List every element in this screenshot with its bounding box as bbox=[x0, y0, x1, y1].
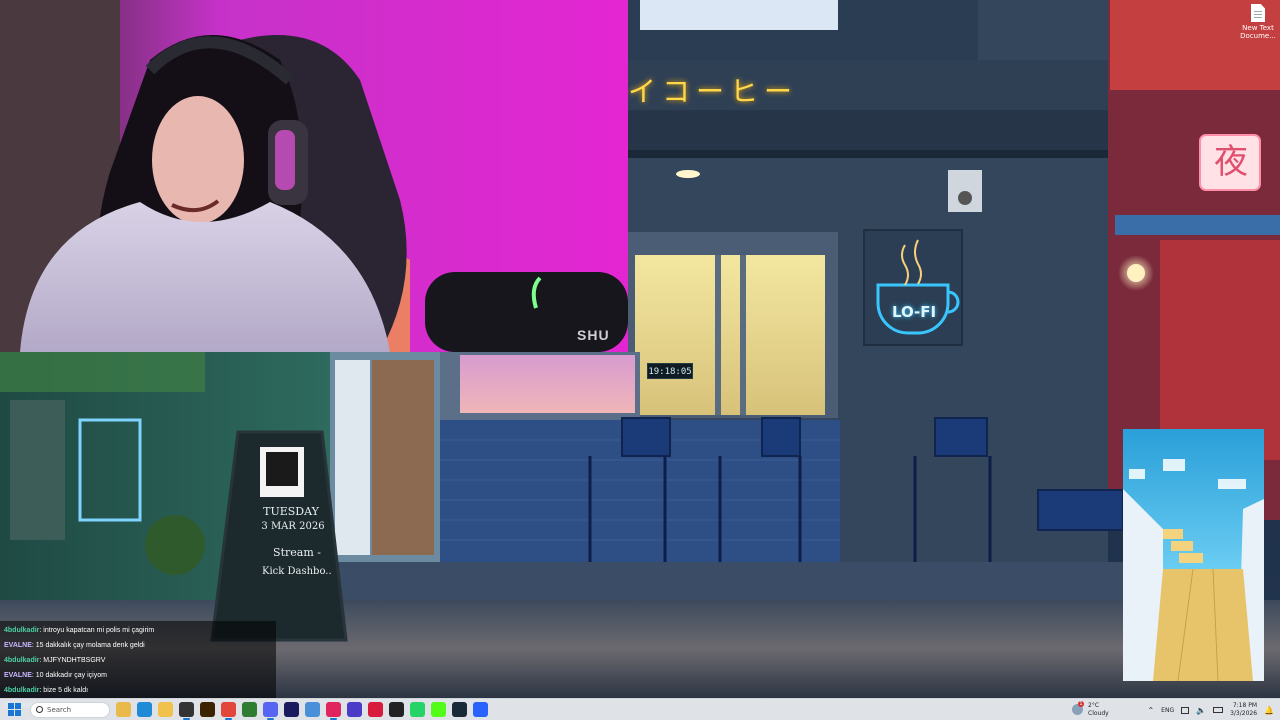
chat-text: MJFYNDHTBSGRV bbox=[43, 657, 106, 664]
weather-widget[interactable]: 1 2°C Cloudy bbox=[1072, 701, 1132, 719]
taskbar-app-whatsapp[interactable] bbox=[410, 702, 425, 717]
taskbar-app-steam[interactable] bbox=[452, 702, 467, 717]
chat-message: EVALNE: 15 dakkalık çay molama denk geld… bbox=[4, 638, 272, 653]
chalkboard-line-1: Stream - bbox=[273, 546, 321, 559]
chat-message: 4bdulkadir: introyu kapatcan mi polis mi… bbox=[4, 623, 272, 638]
taskbar-app-explorer-2[interactable] bbox=[158, 702, 173, 717]
windows-logo-icon bbox=[8, 703, 14, 709]
taskbar-app-obs[interactable] bbox=[179, 702, 194, 720]
taskbar-app-capcut[interactable] bbox=[389, 702, 404, 717]
taskbar-app-opera[interactable] bbox=[326, 702, 341, 720]
language-indicator[interactable]: ENG bbox=[1161, 707, 1174, 714]
game-window[interactable] bbox=[1123, 429, 1264, 681]
game-view bbox=[1123, 459, 1264, 681]
desktop-icon-label: New Text Docume... bbox=[1240, 24, 1276, 40]
desktop: 19:18:05 TUESDAY 3 MAR 2026 Stream - Kic… bbox=[0, 0, 1280, 720]
clock-time: 7:18 PM bbox=[1232, 702, 1258, 709]
chalkboard-date: 3 MAR 2026 bbox=[261, 521, 325, 532]
chat-username: EVALNE bbox=[4, 672, 32, 679]
shop-neon-sign: イコーヒー bbox=[628, 75, 799, 108]
taskbar-app-opera-gx[interactable] bbox=[368, 702, 383, 717]
taskbar-app-app-blue[interactable] bbox=[473, 702, 488, 717]
chat-username: 4bdulkadir bbox=[4, 627, 40, 634]
chat-text: 15 dakkalık çay molama denk geldi bbox=[35, 642, 145, 649]
chat-username: 4bdulkadir bbox=[4, 657, 40, 664]
taskbar-clock[interactable]: 7:18 PM 3/3/2026 bbox=[1230, 702, 1257, 718]
taskbar-app-after-effects[interactable] bbox=[284, 702, 299, 717]
webcam-overlay: SHU bbox=[0, 0, 628, 352]
weather-temp: 2°C bbox=[1088, 702, 1100, 709]
kanji-sign: 夜 bbox=[1214, 142, 1248, 182]
chat-message: EVALNE: 10 dakkadır çay içiyom bbox=[4, 668, 272, 683]
search-icon bbox=[36, 706, 43, 713]
taskbar-search[interactable]: Search bbox=[30, 702, 110, 718]
desktop-icon-text-document[interactable]: New Text Docume... bbox=[1238, 4, 1278, 40]
taskbar-app-file-explorer[interactable] bbox=[116, 702, 131, 717]
taskbar: Search 1 2°C Cloudy ⌃ ENG 🔈 7:18 PM 3/3/… bbox=[0, 698, 1280, 720]
monitor-icon[interactable] bbox=[1181, 706, 1190, 714]
notification-badge: 1 bbox=[1078, 701, 1084, 707]
taskbar-app-illustrator[interactable] bbox=[200, 702, 215, 717]
volume-icon[interactable]: 🔈 bbox=[1196, 706, 1206, 715]
clock-date: 3/3/2026 bbox=[1230, 710, 1258, 717]
scene-clock-display: 19:18:05 bbox=[647, 363, 693, 379]
chat-text: bize 5 dk kaldı bbox=[43, 687, 89, 694]
battery-icon[interactable] bbox=[1213, 707, 1224, 713]
taskbar-app-edge[interactable] bbox=[137, 702, 152, 717]
microphone-brand: SHU bbox=[577, 327, 610, 343]
taskbar-apps bbox=[116, 702, 488, 720]
taskbar-app-chrome[interactable] bbox=[221, 702, 236, 720]
chat-message: 4bdulkadir: bize 5 dk kaldı bbox=[4, 683, 272, 698]
start-button[interactable] bbox=[8, 703, 22, 717]
chevron-up-icon[interactable]: ⌃ bbox=[1147, 706, 1154, 715]
neon-cup-label: LO-FI bbox=[891, 303, 937, 321]
notifications-icon[interactable]: 🔔 bbox=[1264, 706, 1274, 715]
chat-username: EVALNE bbox=[4, 642, 32, 649]
chalkboard-day: TUESDAY bbox=[263, 505, 319, 518]
text-file-icon bbox=[1251, 4, 1265, 22]
taskbar-app-app-green[interactable] bbox=[242, 702, 257, 717]
chalkboard-line-2: Kick Dashbo... bbox=[262, 566, 332, 577]
webcam-feed bbox=[0, 0, 628, 352]
search-placeholder: Search bbox=[47, 706, 72, 714]
chat-username: 4bdulkadir bbox=[4, 687, 40, 694]
chat-text: 10 dakkadır çay içiyom bbox=[35, 672, 107, 679]
weather-condition: Cloudy bbox=[1088, 710, 1109, 717]
taskbar-app-discord[interactable] bbox=[263, 702, 278, 720]
taskbar-app-notepad[interactable] bbox=[305, 702, 320, 717]
chat-message: 4bdulkadir: MJFYNDHTBSGRV bbox=[4, 653, 272, 668]
chat-text: introyu kapatcan mi polis mi çagirim bbox=[43, 627, 155, 634]
taskbar-app-vpn[interactable] bbox=[347, 702, 362, 717]
system-tray: ⌃ ENG 🔈 7:18 PM 3/3/2026 🔔 bbox=[1147, 701, 1274, 719]
taskbar-app-kick[interactable] bbox=[431, 702, 446, 717]
